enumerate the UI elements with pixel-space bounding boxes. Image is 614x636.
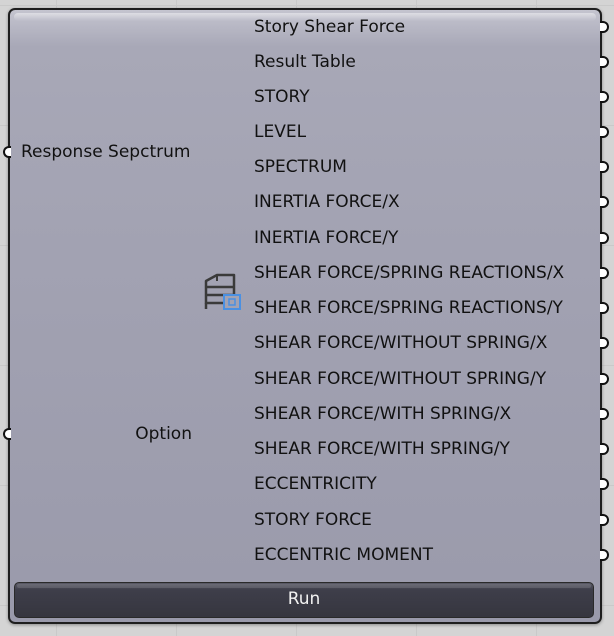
input-port-response-spectrum[interactable] bbox=[3, 146, 11, 158]
output-port[interactable] bbox=[600, 161, 609, 173]
canvas: Response Sepctrum Option Story Shear For… bbox=[0, 0, 614, 636]
output-port[interactable] bbox=[600, 408, 609, 420]
output-label: SHEAR FORCE/WITHOUT SPRING/X bbox=[254, 333, 548, 353]
input-label-response-spectrum: Response Sepctrum bbox=[21, 142, 191, 162]
output-port[interactable] bbox=[600, 478, 609, 490]
output-label: SHEAR FORCE/WITH SPRING/X bbox=[254, 404, 512, 424]
output-row: SHEAR FORCE/WITHOUT SPRING/X bbox=[254, 326, 609, 361]
story-shear-table-icon bbox=[203, 273, 243, 313]
output-label: INERTIA FORCE/X bbox=[254, 192, 400, 212]
output-label: ECCENTRICITY bbox=[254, 474, 377, 494]
run-button-label: Run bbox=[287, 589, 321, 609]
output-port[interactable] bbox=[600, 267, 609, 279]
output-port[interactable] bbox=[600, 514, 609, 526]
output-port[interactable] bbox=[600, 196, 609, 208]
output-row: SHEAR FORCE/SPRING REACTIONS/X bbox=[254, 256, 609, 291]
output-port[interactable] bbox=[600, 21, 609, 33]
output-port[interactable] bbox=[600, 373, 609, 385]
output-label: SHEAR FORCE/WITHOUT SPRING/Y bbox=[254, 369, 547, 389]
output-row: INERTIA FORCE/X bbox=[254, 185, 609, 220]
output-list: Story Shear Force Result Table STORY LEV… bbox=[254, 10, 609, 580]
output-label: LEVEL bbox=[254, 122, 307, 142]
output-label: SHEAR FORCE/WITH SPRING/Y bbox=[254, 439, 510, 459]
output-port[interactable] bbox=[600, 443, 609, 455]
output-label: ECCENTRIC MOMENT bbox=[254, 545, 433, 565]
output-label: INERTIA FORCE/Y bbox=[254, 228, 399, 248]
output-label: SHEAR FORCE/SPRING REACTIONS/Y bbox=[254, 298, 563, 318]
output-row: SPECTRUM bbox=[254, 150, 609, 185]
input-port-option[interactable] bbox=[3, 428, 11, 440]
output-port[interactable] bbox=[600, 337, 609, 349]
output-row: SHEAR FORCE/WITH SPRING/Y bbox=[254, 432, 609, 467]
run-button[interactable]: Run bbox=[14, 582, 594, 618]
output-port[interactable] bbox=[600, 302, 609, 314]
output-row: Story Shear Force bbox=[254, 10, 609, 45]
output-row: STORY FORCE bbox=[254, 503, 609, 538]
output-row: STORY bbox=[254, 80, 609, 115]
output-port[interactable] bbox=[600, 56, 609, 68]
output-row: SHEAR FORCE/SPRING REACTIONS/Y bbox=[254, 291, 609, 326]
output-row: ECCENTRICITY bbox=[254, 467, 609, 502]
output-port[interactable] bbox=[600, 549, 609, 561]
output-label: Story Shear Force bbox=[254, 17, 406, 37]
output-label: STORY FORCE bbox=[254, 510, 372, 530]
output-label: Result Table bbox=[254, 52, 356, 72]
output-label: SHEAR FORCE/SPRING REACTIONS/X bbox=[254, 263, 565, 283]
output-row: INERTIA FORCE/Y bbox=[254, 221, 609, 256]
output-port[interactable] bbox=[600, 232, 609, 244]
output-row: LEVEL bbox=[254, 115, 609, 150]
story-shear-component[interactable]: Response Sepctrum Option Story Shear For… bbox=[3, 8, 609, 624]
output-port[interactable] bbox=[600, 91, 609, 103]
input-label-option: Option bbox=[135, 424, 192, 444]
output-label: STORY bbox=[254, 87, 310, 107]
run-button-highlight bbox=[17, 584, 591, 588]
output-row: Result Table bbox=[254, 45, 609, 80]
output-row: SHEAR FORCE/WITH SPRING/X bbox=[254, 397, 609, 432]
output-row: SHEAR FORCE/WITHOUT SPRING/Y bbox=[254, 362, 609, 397]
output-label: SPECTRUM bbox=[254, 157, 347, 177]
output-port[interactable] bbox=[600, 126, 609, 138]
output-row: ECCENTRIC MOMENT bbox=[254, 538, 609, 573]
